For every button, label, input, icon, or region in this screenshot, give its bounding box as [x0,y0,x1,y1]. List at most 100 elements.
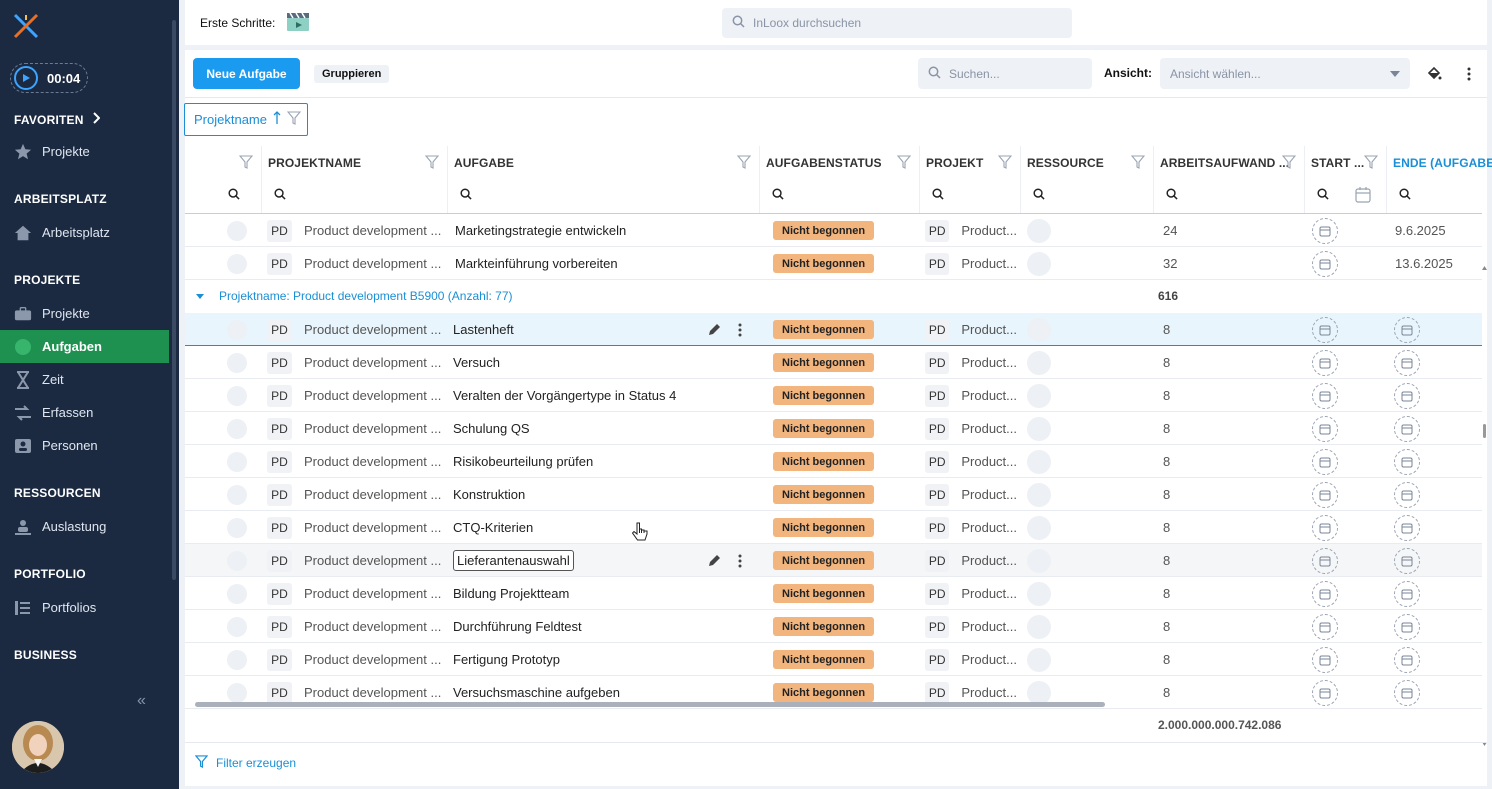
resource-cell[interactable] [1027,544,1051,577]
status-dot[interactable] [227,418,247,439]
resource-cell[interactable] [1027,511,1051,544]
end-cell[interactable] [1394,577,1420,610]
column-header-end[interactable]: ENDE (AUFGABE [1387,146,1492,214]
sidebar-item-favorite-projects[interactable]: Projekte [0,135,169,168]
table-row[interactable]: PD Product development ... Veralten der V… [185,379,1482,412]
start-cell[interactable] [1312,544,1338,577]
status-cell[interactable]: Nicht begonnen [773,511,875,544]
task-edit-input[interactable]: Lieferantenauswahl [453,550,574,571]
column-search-icon[interactable] [274,188,286,203]
start-cell[interactable] [1312,379,1338,412]
calendar-icon[interactable] [1312,415,1338,442]
task-cell[interactable]: Marketingstrategie entwickeln [455,214,626,247]
sidebar-item-tasks[interactable]: Aufgaben [0,330,169,363]
sidebar-item-projects[interactable]: Projekte [0,297,169,330]
column-header-effort[interactable]: ARBEITSAUFWAND ... [1154,146,1305,214]
sidebar-item-people[interactable]: Personen [0,429,169,462]
sidebar-item-portfolios[interactable]: Portfolios [0,591,169,624]
time-tracker[interactable]: 00:04 [10,63,88,93]
calendar-icon[interactable] [1394,547,1420,574]
table-row[interactable]: PD Product development ... Markteinführun… [185,247,1482,280]
status-cell[interactable]: Nicht begonnen [773,247,875,280]
column-search-icon[interactable] [1399,188,1411,203]
status-dot[interactable] [227,319,247,340]
table-row[interactable]: PD Product development ... Fertigung Prot… [185,643,1482,676]
status-cell[interactable]: Nicht begonnen [773,544,875,577]
calendar-icon[interactable] [1312,580,1338,607]
group-button[interactable]: Gruppieren [314,65,390,83]
end-cell[interactable] [1394,544,1420,577]
status-dot[interactable] [227,451,247,472]
task-cell[interactable]: Fertigung Prototyp [453,643,560,676]
start-cell[interactable] [1312,643,1338,676]
column-search-icon[interactable] [1317,188,1329,203]
edit-pencil-icon[interactable] [707,544,721,577]
filter-icon[interactable] [1281,155,1297,172]
status-dot[interactable] [227,385,247,406]
start-cell[interactable] [1312,511,1338,544]
edit-pencil-icon[interactable] [707,313,721,346]
start-cell[interactable] [1312,577,1338,610]
calendar-icon[interactable] [1312,316,1338,343]
table-row[interactable]: PD Product development ... CTQ-Kriterien … [185,511,1482,544]
column-search-icon[interactable] [228,188,240,203]
calendar-icon[interactable] [1312,481,1338,508]
global-search-input[interactable]: InLoox durchsuchen [722,8,1072,38]
start-cell[interactable] [1312,610,1338,643]
column-header-project-name[interactable]: PROJEKTNAME [262,146,448,214]
task-cell[interactable]: Konstruktion [453,478,525,511]
table-row[interactable]: PD Product development ... Versuch Nicht … [185,346,1482,379]
calendar-icon[interactable] [1312,646,1338,673]
task-cell[interactable]: Durchführung Feldtest [453,610,582,643]
resource-cell[interactable] [1027,577,1051,610]
status-dot[interactable] [227,550,247,571]
end-cell[interactable] [1394,379,1420,412]
resource-cell[interactable] [1027,346,1051,379]
task-cell[interactable]: Veralten der Vorgängertype in Status 4 [453,379,676,412]
start-cell[interactable] [1312,346,1338,379]
end-cell[interactable] [1394,643,1420,676]
status-dot[interactable] [227,484,247,505]
inloox-logo[interactable] [12,12,40,40]
start-cell[interactable] [1312,676,1338,709]
column-search-icon[interactable] [1033,188,1045,203]
calendar-icon[interactable] [1312,250,1338,277]
task-cell[interactable]: CTQ-Kriterien [453,511,533,544]
sort-arrow-up-icon[interactable] [273,111,281,128]
column-search-icon[interactable] [932,188,944,203]
start-cell[interactable] [1312,214,1338,247]
grid-search-input[interactable]: Suchen... [918,58,1092,89]
calendar-icon[interactable] [1312,679,1338,706]
table-row[interactable]: PD Product development ... Marketingstrat… [185,214,1482,247]
start-cell[interactable] [1312,313,1338,346]
calendar-icon[interactable] [1355,186,1371,206]
calendar-icon[interactable] [1312,514,1338,541]
row-more-icon[interactable] [738,313,742,346]
status-cell[interactable]: Nicht begonnen [773,643,875,676]
end-cell[interactable] [1394,412,1420,445]
section-favorites[interactable]: FAVORITEN [14,112,101,127]
table-row[interactable]: PD Product development ... Schulung QS Ni… [185,412,1482,445]
calendar-icon[interactable] [1312,349,1338,376]
calendar-icon[interactable] [1312,547,1338,574]
filter-icon[interactable] [1130,155,1146,172]
column-header-start[interactable]: START ... [1305,146,1387,214]
column-search-icon[interactable] [460,188,472,203]
task-cell[interactable]: Schulung QS [453,412,530,445]
caret-down-icon[interactable] [196,294,204,299]
resource-cell[interactable] [1027,379,1051,412]
task-cell[interactable]: Lieferantenauswahl [453,544,574,577]
end-cell[interactable] [1394,478,1420,511]
table-row[interactable]: PD Product development ... Durchführung F… [185,610,1482,643]
table-row[interactable]: PD Product development ... Lieferantenaus… [185,544,1482,577]
play-icon[interactable] [14,66,38,90]
status-cell[interactable]: Nicht begonnen [773,577,875,610]
column-search-icon[interactable] [1166,188,1178,203]
calendar-icon[interactable] [1312,382,1338,409]
status-cell[interactable]: Nicht begonnen [773,379,875,412]
end-cell[interactable] [1394,346,1420,379]
create-filter-button[interactable]: Filter erzeugen [194,755,296,771]
new-task-button[interactable]: Neue Aufgabe [193,58,300,89]
table-row[interactable]: PD Product development ... Risikobeurteil… [185,445,1482,478]
calendar-icon[interactable] [1312,217,1338,244]
